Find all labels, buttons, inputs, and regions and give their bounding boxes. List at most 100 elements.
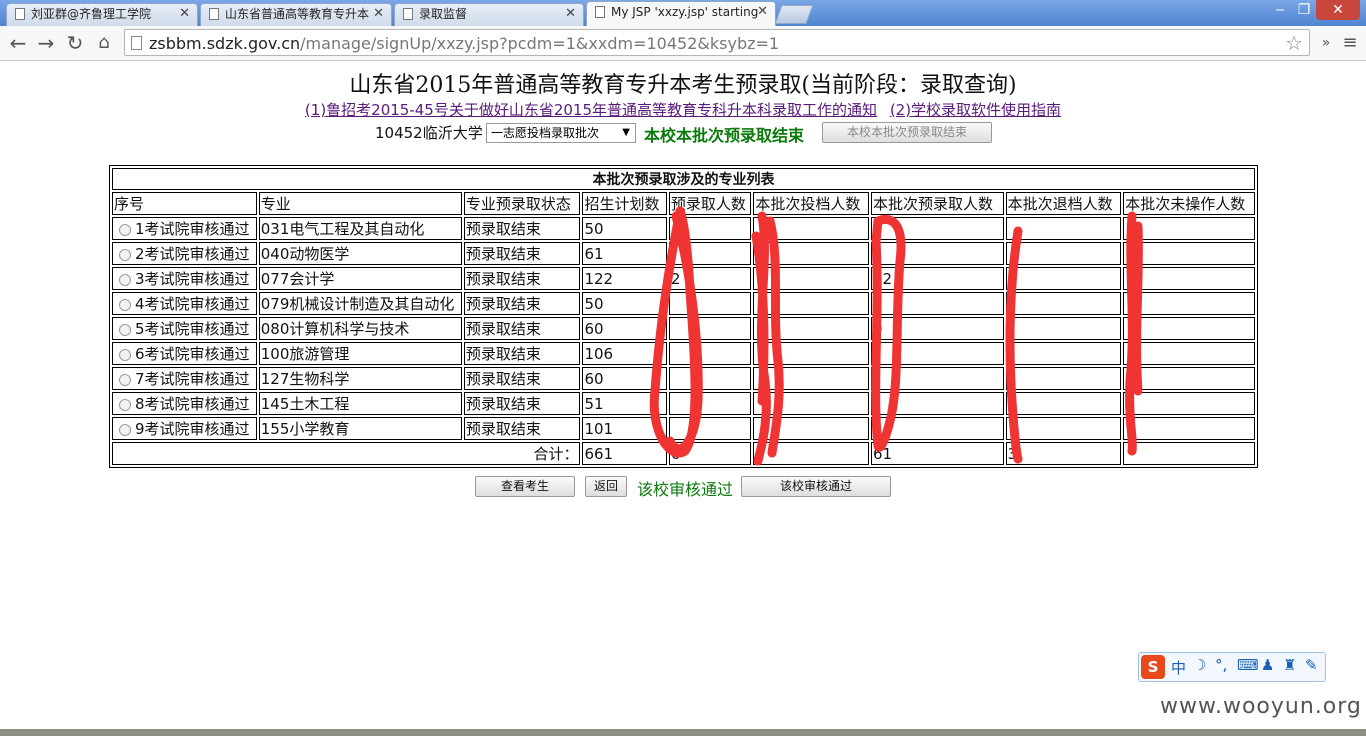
cell-status[interactable]: 预录取结束 — [463, 292, 581, 315]
cell-status[interactable]: 预录取结束 — [463, 267, 581, 290]
punctuation-icon[interactable]: °, — [1215, 656, 1227, 674]
cell-ret — [1005, 267, 1122, 290]
row-radio[interactable] — [119, 248, 131, 261]
tab-3[interactable]: 录取监督 ✕ — [394, 3, 584, 26]
minimize-button[interactable]: ‒ — [1270, 0, 1290, 20]
cell-pre — [668, 342, 752, 365]
cell-pre — [668, 242, 752, 265]
home-icon[interactable]: ⌂ — [92, 31, 116, 55]
cell-none — [1123, 367, 1255, 390]
total-cast: 9 — [753, 442, 869, 465]
cell-major: 155小学教育 — [258, 417, 462, 440]
view-students-button[interactable]: 查看考生 — [475, 476, 575, 497]
cell-pre — [668, 367, 752, 390]
close-icon[interactable]: ✕ — [757, 2, 768, 22]
row-radio[interactable] — [119, 223, 131, 236]
row-radio[interactable] — [119, 273, 131, 286]
cell-status[interactable]: 预录取结束 — [463, 392, 581, 415]
table-row: 4考试院审核通过 079机械设计制造及其自动化 预录取结束 50 — [112, 292, 1255, 315]
skin-icon[interactable]: ♜ — [1283, 656, 1296, 674]
page-title: 山东省2015年普通高等教育专升本考生预录取(当前阶段：录取查询) — [349, 73, 1017, 98]
row-radio[interactable] — [119, 398, 131, 411]
close-icon[interactable]: ✕ — [373, 4, 384, 24]
row-number[interactable]: 2考试院审核通过 — [112, 242, 257, 265]
menu-icon[interactable]: ≡ — [1338, 31, 1362, 55]
tab-strip: 刘亚群@齐鲁理工学院 ✕ 山东省普通高等教育专升本 ✕ 录取监督 ✕ My JS… — [0, 0, 1366, 26]
row-number[interactable]: 4考试院审核通过 — [112, 292, 257, 315]
cell-cast — [753, 367, 869, 390]
ime-toolbar[interactable]: S 中 ☽ °, ⌨ ♟ ♜ ✎ — [1138, 652, 1326, 682]
table-row: 9考试院审核通过 155小学教育 预录取结束 101 1 — [112, 417, 1255, 440]
batch-select-value: 一志愿投档录取批次 — [491, 126, 600, 140]
cell-major: 040动物医学 — [258, 242, 462, 265]
total-none — [1123, 442, 1255, 465]
cell-none — [1123, 417, 1255, 440]
table-row: 5考试院审核通过 080计算机科学与技术 预录取结束 60 0 — [112, 317, 1255, 340]
back-button[interactable]: 返回 — [585, 476, 627, 497]
maximize-button[interactable]: ❐ — [1294, 0, 1314, 20]
cell-plan: 122 — [582, 267, 667, 290]
row-number[interactable]: 7考试院审核通过 — [112, 367, 257, 390]
sogou-logo-icon: S — [1141, 655, 1165, 679]
cell-major: 100旅游管理 — [258, 342, 462, 365]
row-number[interactable]: 3考试院审核通过 — [112, 267, 257, 290]
cell-cast — [753, 217, 869, 240]
row-number[interactable]: 8考试院审核通过 — [112, 392, 257, 415]
close-window-button[interactable]: ✕ — [1316, 0, 1360, 20]
cell-plan: 101 — [582, 417, 667, 440]
cell-plan: 106 — [582, 342, 667, 365]
cell-none — [1123, 217, 1255, 240]
page-icon — [403, 8, 413, 20]
ime-language[interactable]: 中 — [1171, 657, 1186, 678]
school-pass-text: 该校审核通过 — [637, 480, 734, 499]
cell-status[interactable]: 预录取结束 — [463, 367, 581, 390]
cell-cast — [753, 242, 869, 265]
address-bar[interactable]: zsbbm.sdzk.gov.cn/manage/signUp/xxzy.jsp… — [124, 29, 1310, 56]
close-icon[interactable]: ✕ — [565, 4, 576, 24]
row-number-label: 9考试院审核通过 — [135, 420, 250, 438]
keyboard-icon[interactable]: ⌨ — [1237, 656, 1259, 674]
tab-label: 山东省普通高等教育专升本 — [225, 7, 370, 21]
row-number[interactable]: 6考试院审核通过 — [112, 342, 257, 365]
cell-plan: 61 — [582, 242, 667, 265]
batch-end-button[interactable]: 本校本批次预录取结束 — [822, 122, 992, 143]
reload-icon[interactable]: ↻ — [63, 31, 87, 55]
cell-pre: 2 — [668, 267, 752, 290]
tab-2[interactable]: 山东省普通高等教育专升本 ✕ — [200, 3, 392, 26]
close-icon[interactable]: ✕ — [179, 4, 190, 24]
cell-status[interactable]: 预录取结束 — [463, 342, 581, 365]
new-tab-button[interactable] — [774, 5, 814, 24]
row-radio[interactable] — [119, 423, 131, 436]
row-radio[interactable] — [119, 298, 131, 311]
cell-status[interactable]: 预录取结束 — [463, 317, 581, 340]
guide-link[interactable]: (2)学校录取软件使用指南 — [890, 101, 1061, 119]
school-pass-button[interactable]: 该校审核通过 — [741, 476, 891, 497]
cell-none — [1123, 342, 1255, 365]
cell-status[interactable]: 预录取结束 — [463, 242, 581, 265]
row-number[interactable]: 9考试院审核通过 — [112, 417, 257, 440]
row-number[interactable]: 5考试院审核通过 — [112, 317, 257, 340]
moon-icon[interactable]: ☽ — [1193, 656, 1206, 674]
row-radio[interactable] — [119, 373, 131, 386]
tab-1[interactable]: 刘亚群@齐鲁理工学院 ✕ — [6, 3, 198, 26]
table-row: 2考试院审核通过 040动物医学 预录取结束 61 1 — [112, 242, 1255, 265]
cell-status[interactable]: 预录取结束 — [463, 417, 581, 440]
cell-status[interactable]: 预录取结束 — [463, 217, 581, 240]
tab-label: 录取监督 — [419, 7, 468, 21]
batch-select[interactable]: 一志愿投档录取批次 ▼ — [486, 123, 636, 143]
browser-toolbar: ← → ↻ ⌂ zsbbm.sdzk.gov.cn/manage/signUp/… — [0, 26, 1366, 61]
row-radio[interactable] — [119, 348, 131, 361]
bookmark-star-icon[interactable]: ☆ — [1285, 31, 1303, 55]
notice-link[interactable]: (1)鲁招考2015-45号关于做好山东省2015年普通高等教育专科升本科录取工… — [305, 101, 877, 119]
chevron-right-icon[interactable]: » — [1314, 31, 1338, 55]
back-arrow-icon[interactable]: ← — [6, 31, 30, 55]
column-header: 本批次未操作人数 — [1123, 192, 1255, 215]
row-radio[interactable] — [119, 323, 131, 336]
table-row: 8考试院审核通过 145土木工程 预录取结束 51 — [112, 392, 1255, 415]
tab-4-active[interactable]: My JSP 'xxzy.jsp' starting ✕ — [586, 1, 776, 26]
wrench-icon[interactable]: ✎ — [1305, 656, 1318, 674]
forward-arrow-icon[interactable]: → — [34, 31, 58, 55]
cell-major: 080计算机科学与技术 — [258, 317, 462, 340]
row-number[interactable]: 1考试院审核通过 — [112, 217, 257, 240]
user-icon[interactable]: ♟ — [1261, 656, 1274, 674]
